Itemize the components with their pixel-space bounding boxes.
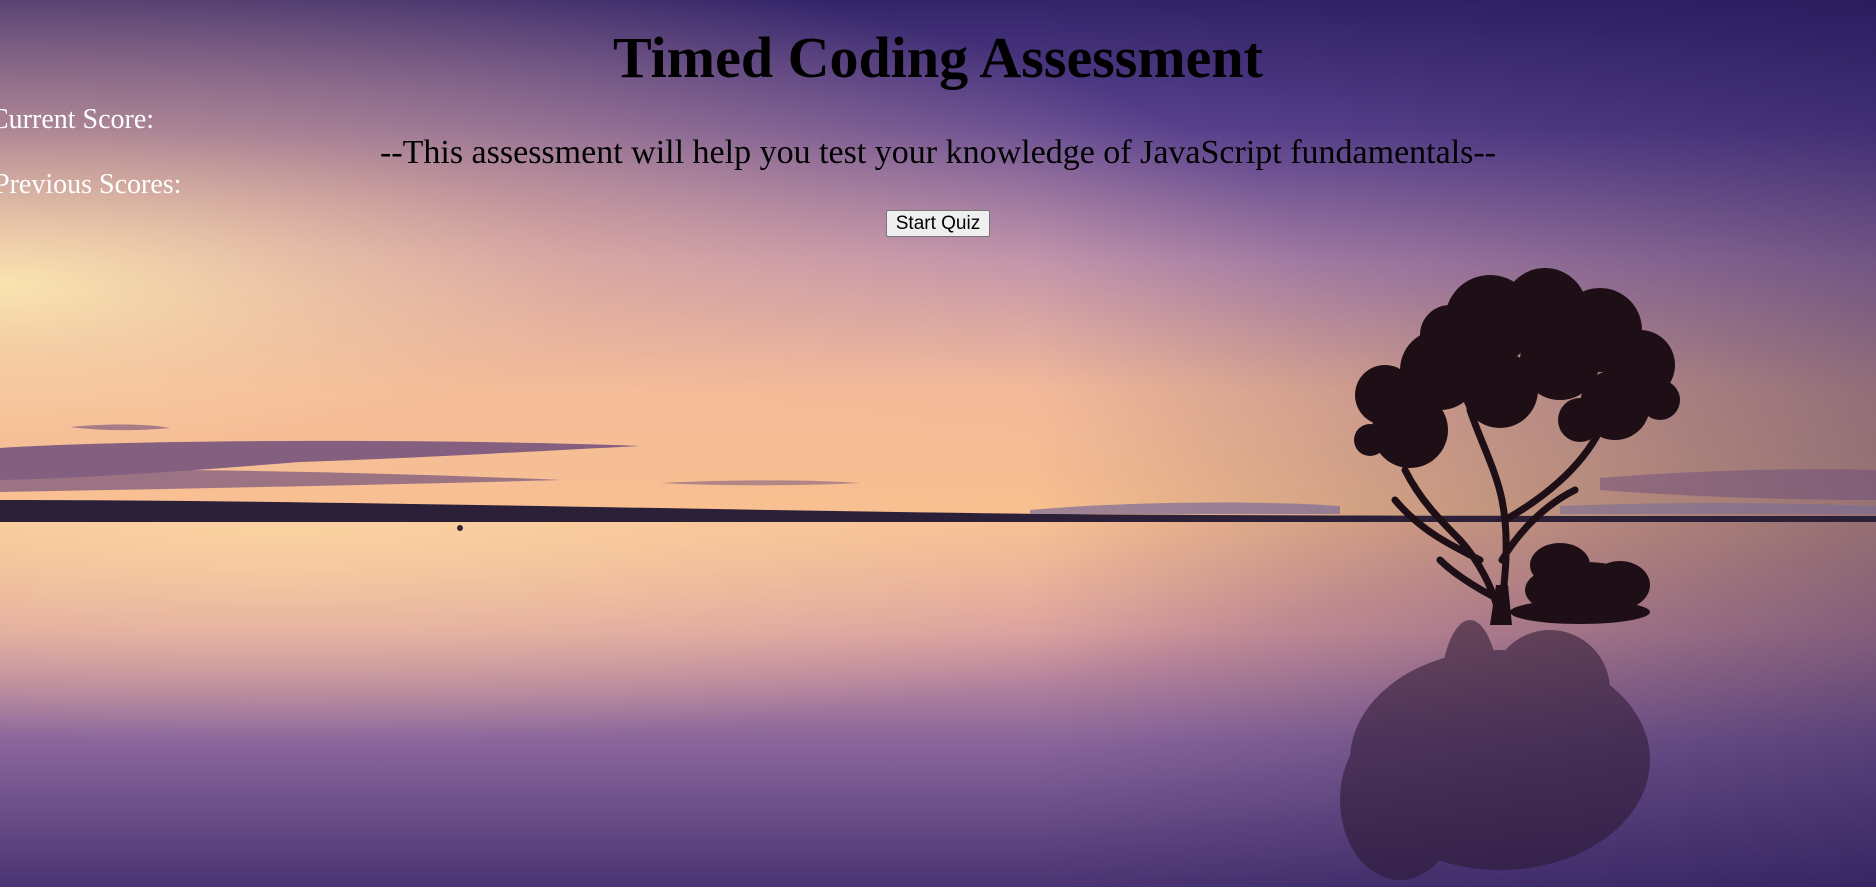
start-quiz-button[interactable]: Start Quiz [886, 210, 990, 237]
previous-scores-label: Previous Scores: [0, 169, 182, 200]
assessment-description: --This assessment will help you test you… [379, 134, 1497, 171]
current-score-label: Current Score: [0, 104, 155, 135]
page-title: Timed Coding Assessment [613, 25, 1263, 90]
